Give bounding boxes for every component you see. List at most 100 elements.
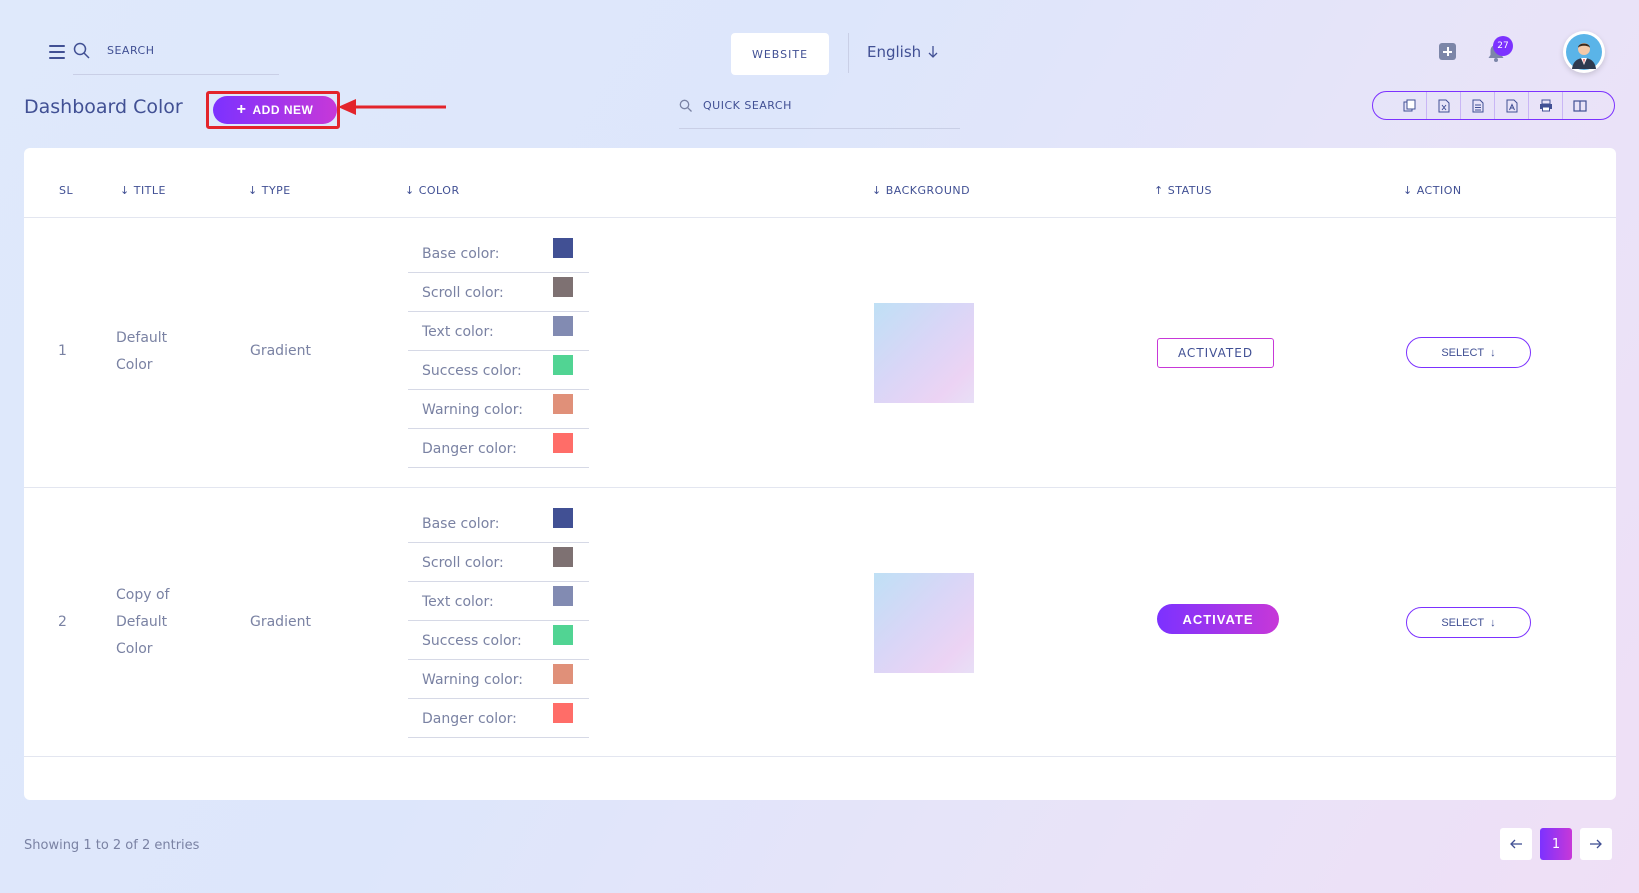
column-header-label: TITLE [133, 184, 166, 197]
csv-icon[interactable] [1460, 92, 1494, 119]
row-title-line: Copy of [116, 587, 170, 603]
color-label: Warning color: [422, 402, 523, 418]
column-header-label: STATUS [1167, 184, 1212, 197]
columns-icon[interactable] [1562, 92, 1596, 119]
column-header-title[interactable]: ↓ TITLE [120, 184, 166, 197]
color-swatch [553, 703, 573, 723]
color-row: Danger color: [408, 700, 589, 738]
website-button[interactable]: WEBSITE [731, 33, 829, 75]
quick-search-input[interactable] [701, 98, 955, 113]
color-swatch [553, 355, 573, 375]
row-title: Default Color [116, 325, 167, 379]
color-label: Base color: [422, 516, 500, 532]
color-swatch [553, 277, 573, 297]
sort-down-icon: ↓ [1403, 184, 1413, 197]
activate-button[interactable]: ACTIVATE [1157, 604, 1279, 634]
color-label: Text color: [422, 594, 494, 610]
color-swatch [553, 433, 573, 453]
background-thumbnail [874, 303, 974, 403]
page-title: Dashboard Color [24, 96, 183, 118]
prev-page-button[interactable] [1500, 828, 1532, 860]
color-label: Base color: [422, 246, 500, 262]
select-dropdown-button[interactable]: SELECT ↓ [1406, 607, 1531, 638]
color-row: Base color: [408, 505, 589, 543]
sort-up-icon: ↑ [1154, 184, 1164, 197]
column-header-background[interactable]: ↓ BACKGROUND [872, 184, 970, 197]
row-title: Copy of Default Color [116, 582, 169, 663]
search-input[interactable] [105, 43, 279, 58]
color-row: Base color: [408, 235, 589, 273]
sort-down-icon: ↓ [405, 184, 415, 197]
arrow-right-icon [1590, 839, 1602, 849]
row-sl: 2 [58, 614, 67, 630]
select-dropdown-button[interactable]: SELECT ↓ [1406, 337, 1531, 368]
column-header-color[interactable]: ↓ COLOR [405, 184, 460, 197]
excel-icon[interactable] [1426, 92, 1460, 119]
table-divider [24, 217, 1616, 218]
color-row: Scroll color: [408, 544, 589, 582]
color-label: Success color: [422, 633, 522, 649]
add-new-label: ADD NEW [252, 103, 314, 117]
page-button-current[interactable]: 1 [1540, 828, 1572, 860]
sort-down-icon: ↓ [248, 184, 258, 197]
column-header-label: SL [59, 184, 74, 197]
color-swatch [553, 394, 573, 414]
column-header-sl[interactable]: SL [59, 184, 73, 197]
column-header-label: BACKGROUND [885, 184, 971, 197]
divider [848, 33, 849, 73]
row-title-line: Default [116, 330, 168, 346]
plus-icon: + [236, 101, 247, 118]
column-header-type[interactable]: ↓ TYPE [248, 184, 291, 197]
column-header-label: ACTION [1416, 184, 1462, 197]
color-swatch [553, 586, 573, 606]
color-swatch [553, 625, 573, 645]
sort-down-icon: ↓ [120, 184, 130, 197]
column-header-label: COLOR [418, 184, 460, 197]
color-swatch [553, 664, 573, 684]
color-row: Text color: [408, 313, 589, 351]
add-new-button[interactable]: + ADD NEW [213, 96, 337, 124]
arrow-left-icon [1510, 839, 1522, 849]
hamburger-menu-icon[interactable] [49, 45, 65, 59]
color-swatch [553, 547, 573, 567]
row-sl: 1 [58, 343, 67, 359]
color-label: Success color: [422, 363, 522, 379]
color-swatch [553, 238, 573, 258]
notification-count-badge: 27 [1493, 36, 1513, 56]
color-swatch [553, 508, 573, 528]
color-row: Success color: [408, 352, 589, 390]
color-row: Success color: [408, 622, 589, 660]
search-box [73, 40, 279, 75]
arrow-down-icon: ↓ [1490, 346, 1496, 359]
select-label: SELECT [1441, 346, 1485, 359]
table-card [24, 148, 1616, 800]
select-label: SELECT [1441, 616, 1485, 629]
color-label: Scroll color: [422, 285, 504, 301]
row-type: Gradient [250, 343, 311, 359]
column-header-action[interactable]: ↓ ACTION [1403, 184, 1462, 197]
add-plus-icon[interactable] [1439, 43, 1456, 60]
column-header-status[interactable]: ↑ STATUS [1154, 184, 1212, 197]
copy-icon[interactable] [1393, 92, 1426, 119]
color-row: Text color: [408, 583, 589, 621]
row-title-line: Default [116, 614, 168, 630]
user-avatar[interactable] [1563, 31, 1605, 73]
sort-down-icon: ↓ [872, 184, 882, 197]
next-page-button[interactable] [1580, 828, 1612, 860]
row-type: Gradient [250, 614, 311, 630]
entries-info: Showing 1 to 2 of 2 entries [24, 838, 200, 853]
color-label: Danger color: [422, 711, 517, 727]
color-row: Warning color: [408, 661, 589, 699]
table-divider [24, 487, 1616, 488]
color-row: Danger color: [408, 430, 589, 468]
color-swatch [553, 316, 573, 336]
language-label: English [867, 43, 922, 61]
row-title-line: Color [116, 357, 153, 373]
table-divider [24, 756, 1616, 757]
print-icon[interactable] [1528, 92, 1562, 119]
pdf-icon[interactable] [1494, 92, 1528, 119]
color-row: Scroll color: [408, 274, 589, 312]
arrow-down-icon: ↓ [1490, 616, 1496, 629]
arrow-down-icon [928, 46, 938, 58]
language-select[interactable]: English [867, 43, 939, 61]
